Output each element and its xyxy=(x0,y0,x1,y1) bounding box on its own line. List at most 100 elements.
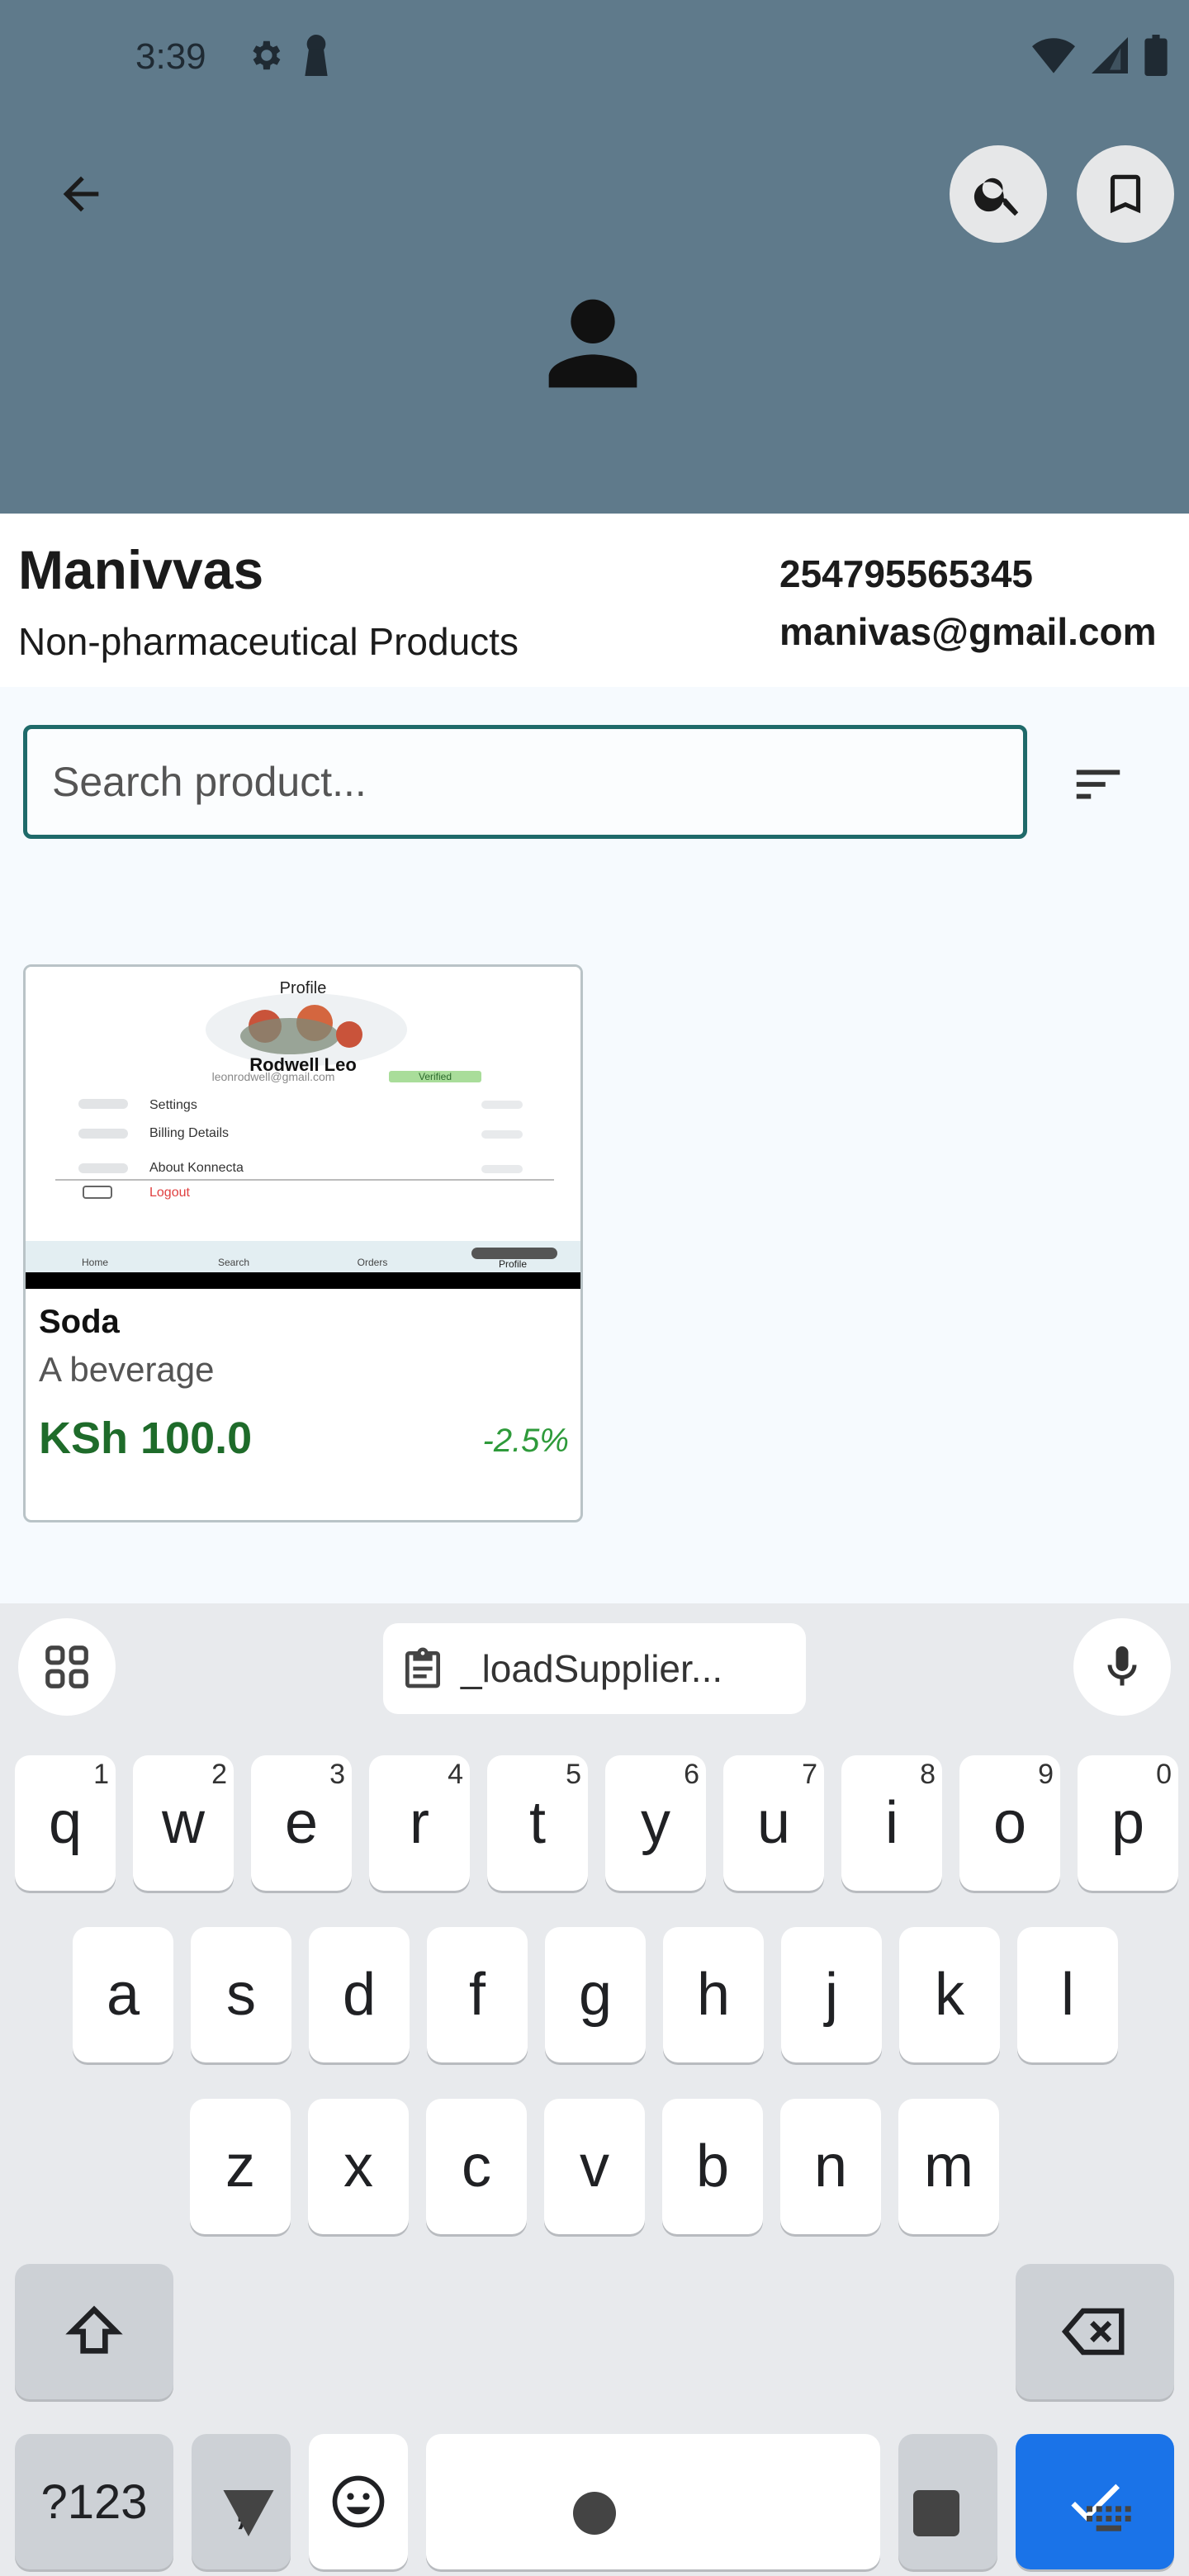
sort-button[interactable] xyxy=(1065,751,1131,817)
key-h[interactable]: h xyxy=(663,1927,764,2062)
arrow-left-icon xyxy=(63,176,99,212)
key-d[interactable]: d xyxy=(309,1927,410,2062)
key-f[interactable]: f xyxy=(427,1927,528,2062)
thumb-tab-2: Search xyxy=(218,1257,249,1268)
thumb-menu-4: Logout xyxy=(149,1186,190,1200)
key-label: h xyxy=(696,1962,731,2028)
backspace-icon xyxy=(1061,2308,1125,2356)
shift-icon xyxy=(65,2305,123,2354)
key-hint: 6 xyxy=(684,1759,699,1790)
search-icon xyxy=(973,178,1019,216)
key-l[interactable]: l xyxy=(1017,1927,1118,2062)
clipboard-suggestion[interactable]: _loadSupplier... xyxy=(383,1623,806,1714)
signal-icon xyxy=(1092,37,1128,73)
key-label: n xyxy=(813,2133,848,2200)
thumb-email: leonrodwell@gmail.com xyxy=(212,1070,335,1083)
key-v[interactable]: v xyxy=(544,2099,645,2234)
key-label: y xyxy=(641,1790,670,1856)
product-image: Profile Rodwell Leo leonrodwell@gmail.co… xyxy=(26,967,580,1272)
key-label: g xyxy=(578,1962,613,2028)
key-label: c xyxy=(462,2133,491,2200)
key-hint: 8 xyxy=(920,1759,936,1790)
keyboard-toolbar: _loadSupplier... xyxy=(0,1603,1189,1719)
key-hint: 7 xyxy=(802,1759,817,1790)
key-label: e xyxy=(284,1790,319,1856)
key-hint: 9 xyxy=(1038,1759,1054,1790)
key-n[interactable]: n xyxy=(780,2099,881,2234)
key-label: a xyxy=(106,1962,140,2028)
key-c[interactable]: c xyxy=(426,2099,527,2234)
key-label: o xyxy=(992,1790,1027,1856)
bookmark-button[interactable] xyxy=(1077,145,1174,243)
key-label: f xyxy=(468,1962,486,2028)
key-label: l xyxy=(1061,1962,1074,2028)
product-discount: -2.5% xyxy=(482,1423,570,1459)
key-u[interactable]: u7 xyxy=(723,1755,824,1891)
key-label: m xyxy=(924,2133,973,2200)
key-label: x xyxy=(343,2133,373,2200)
bookmark-icon xyxy=(1110,174,1141,214)
key-label: r xyxy=(410,1790,429,1856)
key-o[interactable]: o9 xyxy=(959,1755,1060,1891)
product-title: Soda xyxy=(39,1304,120,1340)
key-label: s xyxy=(226,1962,256,2028)
key-b[interactable]: b xyxy=(662,2099,763,2234)
voice-input-button[interactable] xyxy=(1073,1618,1171,1716)
key-i[interactable]: i8 xyxy=(841,1755,942,1891)
search-input[interactable] xyxy=(27,729,1023,835)
product-price: KSh 100.0 xyxy=(39,1413,253,1463)
thumb-menu-1: Settings xyxy=(149,1098,197,1112)
profile-header: 3:39 xyxy=(0,0,1189,514)
key-j[interactable]: j xyxy=(781,1927,882,2062)
key-z[interactable]: z xyxy=(190,2099,291,2234)
key-w[interactable]: w2 xyxy=(133,1755,234,1891)
key-label: p xyxy=(1111,1790,1145,1856)
key-label: t xyxy=(528,1790,546,1856)
key-e[interactable]: e3 xyxy=(251,1755,352,1891)
thumb-menu-3: About Konnecta xyxy=(149,1161,244,1175)
product-thumbnail: Profile Rodwell Leo leonrodwell@gmail.co… xyxy=(26,967,580,1289)
key-label: j xyxy=(825,1962,838,2028)
product-description: A beverage xyxy=(39,1350,215,1389)
home-circle-icon[interactable] xyxy=(573,2492,616,2535)
key-r[interactable]: r4 xyxy=(369,1755,470,1891)
thumb-tab-4: Profile xyxy=(499,1258,527,1270)
clipboard-text: _loadSupplier... xyxy=(461,1647,723,1690)
settings-icon xyxy=(253,40,281,70)
key-label: i xyxy=(885,1790,898,1856)
key-s[interactable]: s xyxy=(191,1927,291,2062)
thumb-tab-3: Orders xyxy=(358,1257,388,1268)
person-icon xyxy=(548,299,637,388)
recents-square-icon[interactable] xyxy=(913,2490,959,2536)
key-q[interactable]: q1 xyxy=(15,1755,116,1891)
apps-button[interactable] xyxy=(18,1618,116,1716)
key-x[interactable]: x xyxy=(308,2099,409,2234)
key-label: d xyxy=(342,1962,377,2028)
system-nav-bar xyxy=(0,2431,1189,2576)
back-triangle-icon[interactable] xyxy=(223,2490,274,2536)
key-m[interactable]: m xyxy=(898,2099,999,2234)
search-button[interactable] xyxy=(950,145,1047,243)
key-g[interactable]: g xyxy=(545,1927,646,2062)
key-k[interactable]: k xyxy=(899,1927,1000,2062)
thumb-tab-1: Home xyxy=(82,1257,108,1268)
key-hint: 4 xyxy=(448,1759,463,1790)
wifi-icon xyxy=(1032,38,1075,73)
key-y[interactable]: y6 xyxy=(605,1755,706,1891)
key-p[interactable]: p0 xyxy=(1078,1755,1178,1891)
key-hint: 0 xyxy=(1156,1759,1172,1790)
key-label: w xyxy=(162,1790,205,1856)
thumb-menu-2: Billing Details xyxy=(149,1126,229,1140)
shift-key[interactable] xyxy=(15,2264,173,2399)
key-hint: 1 xyxy=(93,1759,109,1790)
backspace-key[interactable] xyxy=(1016,2264,1174,2399)
search-field[interactable] xyxy=(23,725,1027,839)
key-hint: 3 xyxy=(329,1759,345,1790)
product-card[interactable]: Profile Rodwell Leo leonrodwell@gmail.co… xyxy=(23,964,583,1522)
key-hint: 5 xyxy=(566,1759,581,1790)
key-t[interactable]: t5 xyxy=(487,1755,588,1891)
keyboard-switch-icon[interactable] xyxy=(1087,2505,1133,2538)
status-time: 3:39 xyxy=(135,36,206,77)
back-button[interactable] xyxy=(40,157,122,231)
key-a[interactable]: a xyxy=(73,1927,173,2062)
